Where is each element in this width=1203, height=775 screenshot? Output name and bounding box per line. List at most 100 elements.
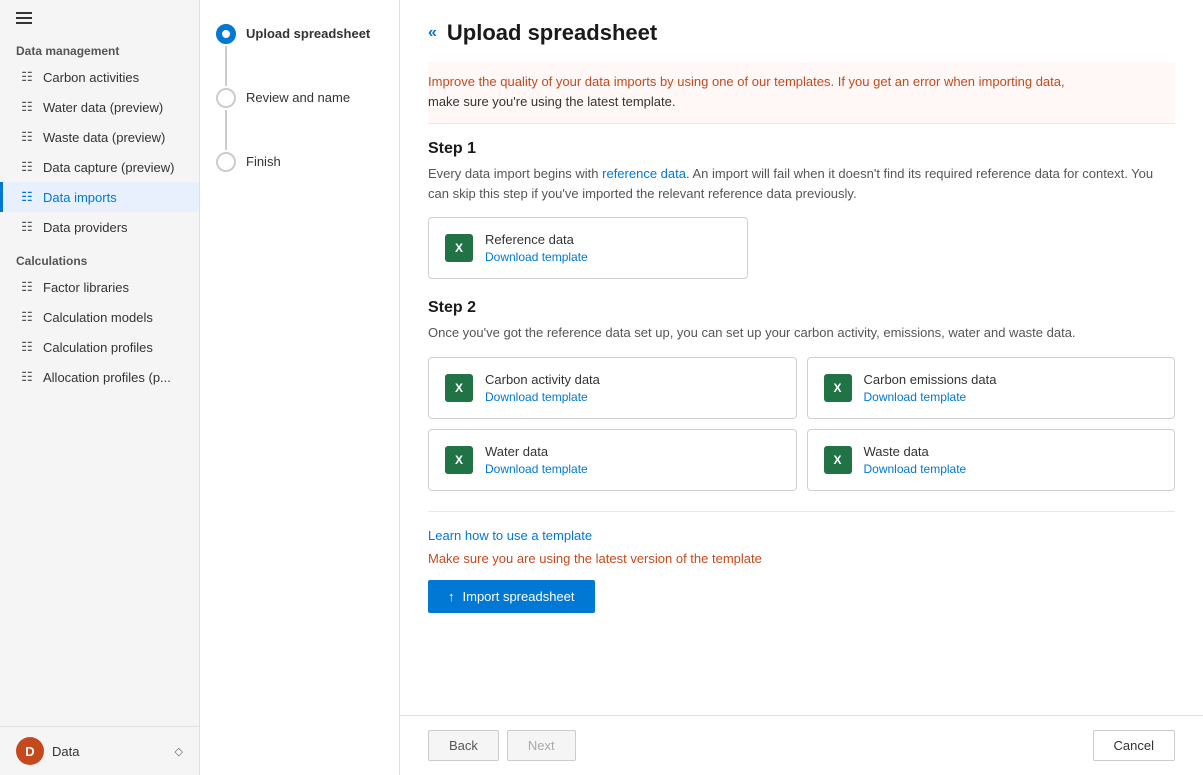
excel-icon-water: X [445, 446, 473, 474]
data-providers-icon: ☷ [19, 219, 35, 235]
sidebar-item-label: Water data (preview) [43, 100, 163, 115]
calculation-models-icon: ☷ [19, 309, 35, 325]
sidebar-item-label: Calculation models [43, 310, 153, 325]
footer-label: Data [52, 744, 167, 759]
sidebar-item-label: Allocation profiles (p... [43, 370, 171, 385]
step2-description: Once you've got the reference data set u… [428, 323, 1175, 343]
sidebar-item-factor-libraries[interactable]: ☷ Factor libraries [0, 272, 199, 302]
sidebar-section-calculations: Calculations [0, 242, 199, 272]
carbon-emissions-download-link[interactable]: Download template [864, 390, 997, 404]
water-download-link[interactable]: Download template [485, 462, 588, 476]
footer-nav: Back Next Cancel [400, 715, 1203, 775]
water-data-icon: ☷ [19, 99, 35, 115]
template-info-carbon-activity: Carbon activity data Download template [485, 372, 600, 404]
carbon-emissions-card[interactable]: X Carbon emissions data Download templat… [807, 357, 1176, 419]
data-imports-icon: ☷ [19, 189, 35, 205]
template-info-water: Water data Download template [485, 444, 588, 476]
step1-description: Every data import begins with reference … [428, 164, 1175, 203]
sidebar: Data management ☷ Carbon activities ☷ Wa… [0, 0, 200, 775]
carbon-activity-name: Carbon activity data [485, 372, 600, 387]
template-info-waste: Waste data Download template [864, 444, 967, 476]
step-review-label: Review and name [246, 88, 350, 105]
waste-download-link[interactable]: Download template [864, 462, 967, 476]
reference-data-link[interactable]: reference data [602, 166, 686, 181]
step-finish-indicator [216, 152, 236, 172]
sidebar-item-water-data[interactable]: ☷ Water data (preview) [0, 92, 199, 122]
reference-data-download-link[interactable]: Download template [485, 250, 588, 264]
upload-icon: ↑ [448, 589, 455, 604]
content-area: « Upload spreadsheet Improve the quality… [400, 0, 1203, 715]
sidebar-item-data-providers[interactable]: ☷ Data providers [0, 212, 199, 242]
step-finish-label: Finish [246, 152, 281, 169]
step-line-1 [225, 46, 227, 86]
data-capture-icon: ☷ [19, 159, 35, 175]
waste-data-card[interactable]: X Waste data Download template [807, 429, 1176, 491]
import-spreadsheet-button[interactable]: ↑ Import spreadsheet [428, 580, 595, 613]
step-review-circle [216, 88, 236, 108]
step-upload-indicator [216, 24, 236, 88]
step1-title: Step 1 [428, 140, 1175, 158]
sidebar-item-label: Data capture (preview) [43, 160, 175, 175]
sidebar-footer[interactable]: D Data ◇ [0, 726, 199, 775]
sidebar-item-label: Data providers [43, 220, 128, 235]
sidebar-item-carbon-activities[interactable]: ☷ Carbon activities [0, 62, 199, 92]
sidebar-item-calculation-models[interactable]: ☷ Calculation models [0, 302, 199, 332]
carbon-activity-card[interactable]: X Carbon activity data Download template [428, 357, 797, 419]
main-content: « Upload spreadsheet Improve the quality… [400, 0, 1203, 775]
template-grid-step1: X Reference data Download template [428, 217, 748, 279]
info-banner-highlighted: Improve the quality of your data imports… [428, 74, 1065, 89]
warning-text: Make sure you are using the latest versi… [428, 551, 1175, 566]
water-data-card[interactable]: X Water data Download template [428, 429, 797, 491]
template-grid-step2: X Carbon activity data Download template… [428, 357, 1175, 491]
footer-chevron-icon: ◇ [175, 745, 183, 758]
excel-icon-waste: X [824, 446, 852, 474]
reference-data-card[interactable]: X Reference data Download template [428, 217, 748, 279]
calculation-profiles-icon: ☷ [19, 339, 35, 355]
template-info-reference: Reference data Download template [485, 232, 588, 264]
sidebar-item-label: Carbon activities [43, 70, 139, 85]
sidebar-item-data-capture[interactable]: ☷ Data capture (preview) [0, 152, 199, 182]
waste-data-icon: ☷ [19, 129, 35, 145]
sidebar-item-label: Data imports [43, 190, 117, 205]
info-banner: Improve the quality of your data imports… [428, 62, 1175, 124]
carbon-emissions-name: Carbon emissions data [864, 372, 997, 387]
sidebar-item-waste-data[interactable]: ☷ Waste data (preview) [0, 122, 199, 152]
avatar: D [16, 737, 44, 765]
divider [428, 511, 1175, 512]
back-button[interactable]: Back [428, 730, 499, 761]
template-info-carbon-emissions: Carbon emissions data Download template [864, 372, 997, 404]
page-title-row: « Upload spreadsheet [428, 20, 1175, 46]
sidebar-item-data-imports[interactable]: ☷ Data imports [0, 182, 199, 212]
factor-libraries-icon: ☷ [19, 279, 35, 295]
reference-data-name: Reference data [485, 232, 588, 247]
sidebar-item-label: Factor libraries [43, 280, 129, 295]
sidebar-header [0, 0, 199, 32]
step-upload-label: Upload spreadsheet [246, 24, 370, 41]
step-upload: Upload spreadsheet [216, 24, 383, 88]
step2-section: Step 2 Once you've got the reference dat… [428, 299, 1175, 491]
learn-link[interactable]: Learn how to use a template [428, 528, 1175, 543]
carbon-activity-download-link[interactable]: Download template [485, 390, 600, 404]
cancel-button[interactable]: Cancel [1093, 730, 1175, 761]
waste-data-name: Waste data [864, 444, 967, 459]
step-upload-circle [216, 24, 236, 44]
step-finish: Finish [216, 152, 383, 172]
step-line-2 [225, 110, 227, 150]
import-button-label: Import spreadsheet [463, 589, 575, 604]
sidebar-section-data-management: Data management [0, 32, 199, 62]
excel-icon-carbon-emissions: X [824, 374, 852, 402]
sidebar-item-label: Waste data (preview) [43, 130, 165, 145]
sidebar-item-allocation-profiles[interactable]: ☷ Allocation profiles (p... [0, 362, 199, 392]
hamburger-icon[interactable] [16, 12, 32, 24]
step-review: Review and name [216, 88, 383, 152]
stepper-panel: Upload spreadsheet Review and name Finis… [200, 0, 400, 775]
info-banner-normal: make sure you're using the latest templa… [428, 94, 675, 109]
next-button[interactable]: Next [507, 730, 576, 761]
sidebar-item-calculation-profiles[interactable]: ☷ Calculation profiles [0, 332, 199, 362]
allocation-profiles-icon: ☷ [19, 369, 35, 385]
carbon-activities-icon: ☷ [19, 69, 35, 85]
excel-icon-reference: X [445, 234, 473, 262]
back-arrows-icon[interactable]: « [428, 24, 437, 42]
step-review-indicator [216, 88, 236, 152]
water-data-name: Water data [485, 444, 588, 459]
